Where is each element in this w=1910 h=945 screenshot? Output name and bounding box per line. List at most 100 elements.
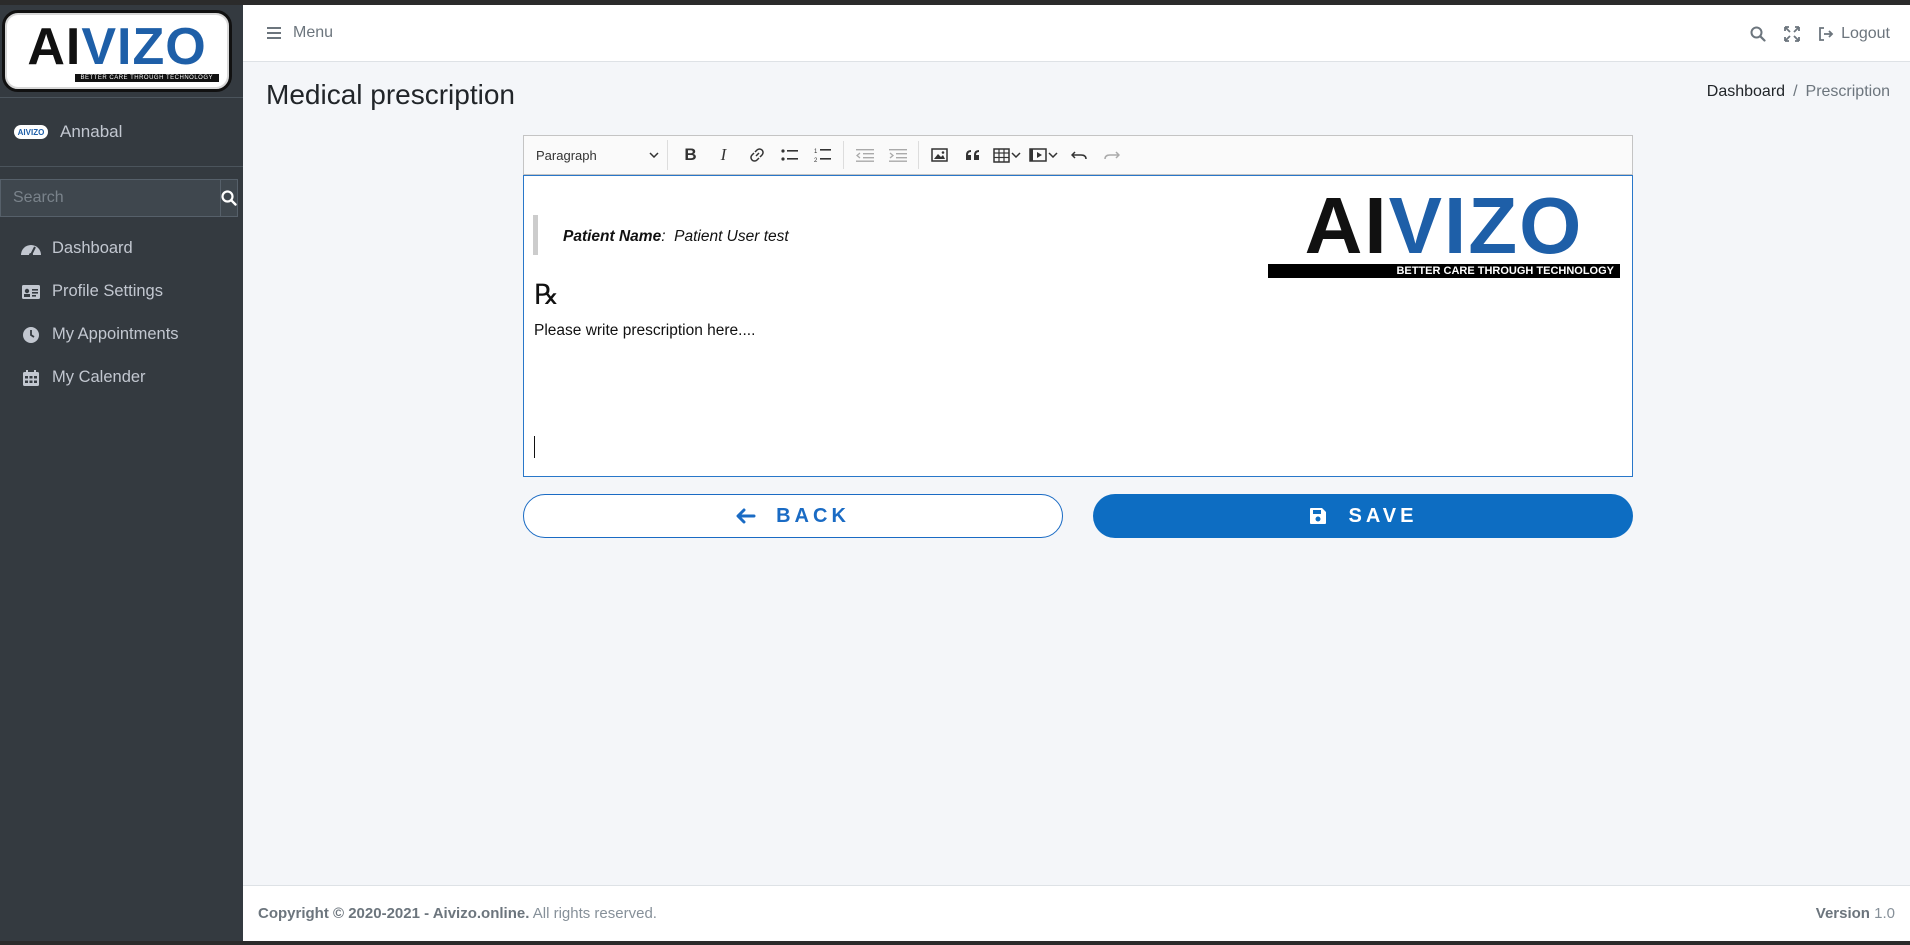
save-button[interactable]: SAVE: [1093, 494, 1633, 538]
logo-text-ai: AI: [1304, 181, 1389, 270]
sidebar-nav: Dashboard Profile Settings My Appointmen…: [0, 227, 243, 399]
window-bottom-strip: [0, 941, 1910, 945]
version-label: Version: [1815, 905, 1870, 922]
text-caret: [534, 436, 535, 458]
search-icon: [221, 190, 237, 206]
blockquote-bar: [533, 215, 538, 255]
clock-icon: [20, 325, 42, 345]
id-card-icon: [20, 282, 42, 302]
link-icon: [749, 148, 764, 162]
main-content: Menu Logout Medical prescription Dashboa…: [243, 5, 1910, 941]
numbered-list-button[interactable]: 12: [806, 140, 839, 170]
arrow-left-icon: [736, 508, 756, 524]
undo-button[interactable]: [1062, 140, 1095, 170]
editor-content-area[interactable]: Patient Name: Patient User test ℞ Please…: [523, 175, 1633, 477]
top-navbar: Menu Logout: [243, 5, 1910, 62]
breadcrumb-separator: /: [1793, 83, 1798, 100]
form-actions: BACK SAVE: [523, 494, 1633, 538]
avatar: AIVIZO: [14, 125, 48, 139]
prescription-editor: Paragraph B I 12 Patient Name: Patient U…: [523, 135, 1633, 477]
expand-icon: [1784, 25, 1800, 42]
bulleted-list-button[interactable]: [773, 140, 806, 170]
prescription-text: Please write prescription here....: [534, 322, 756, 339]
search-icon: [1750, 26, 1766, 42]
block-quote-button[interactable]: [956, 140, 989, 170]
sidebar-item-label: My Calender: [52, 368, 146, 386]
sidebar-item-profile-settings[interactable]: Profile Settings: [0, 270, 243, 313]
sidebar-item-dashboard[interactable]: Dashboard: [0, 227, 243, 270]
footer-version: Version 1.0: [1816, 905, 1895, 922]
user-name[interactable]: Annabal: [60, 122, 122, 142]
toolbar-separator: [843, 141, 844, 169]
aivizo-logo-image: AIVIZO BETTER CARE THROUGH TECHNOLOGY: [1268, 186, 1620, 284]
navbar-actions: Logout: [1750, 5, 1890, 62]
back-button[interactable]: BACK: [523, 494, 1063, 538]
image-icon: [931, 148, 948, 162]
svg-text:1: 1: [814, 149, 818, 155]
indent-button[interactable]: [881, 140, 914, 170]
table-icon: [993, 147, 1010, 163]
search-input[interactable]: [0, 179, 220, 217]
user-panel[interactable]: AIVIZO Annabal: [0, 98, 243, 167]
brand[interactable]: AIVIZO BETTER CARE THROUGH TECHNOLOGY: [0, 5, 243, 98]
content-logo-word: AIVIZO: [1268, 186, 1620, 266]
version-value: 1.0: [1874, 905, 1895, 922]
brand-logo[interactable]: AIVIZO BETTER CARE THROUGH TECHNOLOGY: [2, 10, 232, 92]
sidebar-item-label: Dashboard: [52, 239, 133, 257]
heading-select-value: Paragraph: [536, 147, 597, 163]
insert-media-button[interactable]: [1025, 140, 1062, 170]
sidebar: AIVIZO BETTER CARE THROUGH TECHNOLOGY AI…: [0, 5, 243, 941]
sidebar-item-label: My Appointments: [52, 325, 179, 343]
indent-icon: [888, 149, 907, 162]
media-icon: [1029, 148, 1047, 162]
italic-button[interactable]: I: [707, 140, 740, 170]
outdent-button[interactable]: [848, 140, 881, 170]
breadcrumb-item-dashboard[interactable]: Dashboard: [1707, 83, 1785, 101]
dashboard-icon: [20, 239, 42, 259]
bulleted-list-icon: [780, 149, 798, 161]
chevron-down-icon: [1011, 152, 1021, 158]
footer: Copyright © 2020-2021 - Aivizo.online. A…: [243, 885, 1910, 941]
patient-name-label: Patient Name: [563, 228, 662, 245]
sidebar-item-label: Profile Settings: [52, 282, 163, 300]
quote-icon: [965, 150, 979, 160]
content-header: Medical prescription Dashboard / Prescri…: [243, 62, 1910, 134]
footer-copyright: Copyright © 2020-2021 - Aivizo.online. A…: [258, 905, 657, 922]
brand-logo-tagline: BETTER CARE THROUGH TECHNOLOGY: [74, 74, 219, 82]
redo-icon: [1103, 151, 1120, 160]
chevron-down-icon: [649, 152, 659, 158]
logo-text-vizo: VIZO: [81, 18, 207, 76]
logout-button[interactable]: Logout: [1818, 25, 1890, 43]
navbar-search-button[interactable]: [1750, 26, 1766, 42]
undo-icon: [1070, 151, 1087, 160]
hamburger-icon: [267, 27, 281, 39]
calendar-icon: [20, 368, 42, 388]
sidebar-item-my-calender[interactable]: My Calender: [0, 356, 243, 399]
sidebar-search: [0, 179, 238, 217]
numbered-list-icon: 12: [814, 149, 831, 163]
svg-text:2: 2: [814, 158, 818, 163]
rights-text: All rights reserved.: [532, 905, 657, 922]
copyright-text: Copyright © 2020-2021 - Aivizo.online.: [258, 905, 530, 922]
save-icon: [1309, 508, 1326, 524]
insert-table-button[interactable]: [989, 140, 1025, 170]
toolbar-separator: [918, 141, 919, 169]
editor-toolbar: Paragraph B I 12: [523, 135, 1633, 175]
fullscreen-button[interactable]: [1784, 25, 1800, 42]
menu-toggle[interactable]: Menu: [267, 24, 333, 42]
sidebar-item-my-appointments[interactable]: My Appointments: [0, 313, 243, 356]
patient-name-value: Patient User test: [674, 228, 789, 245]
bold-button[interactable]: B: [674, 140, 707, 170]
link-button[interactable]: [740, 140, 773, 170]
outdent-icon: [855, 149, 874, 162]
breadcrumb-item-prescription: Prescription: [1805, 83, 1890, 100]
rx-symbol: ℞: [534, 278, 560, 311]
italic-icon: I: [720, 145, 727, 164]
patient-name-line: Patient Name: Patient User test: [563, 228, 789, 245]
insert-image-button[interactable]: [923, 140, 956, 170]
search-button[interactable]: [220, 179, 238, 217]
menu-label: Menu: [293, 24, 334, 41]
heading-select[interactable]: Paragraph: [530, 140, 668, 170]
logout-label: Logout: [1841, 24, 1890, 42]
redo-button[interactable]: [1095, 140, 1128, 170]
